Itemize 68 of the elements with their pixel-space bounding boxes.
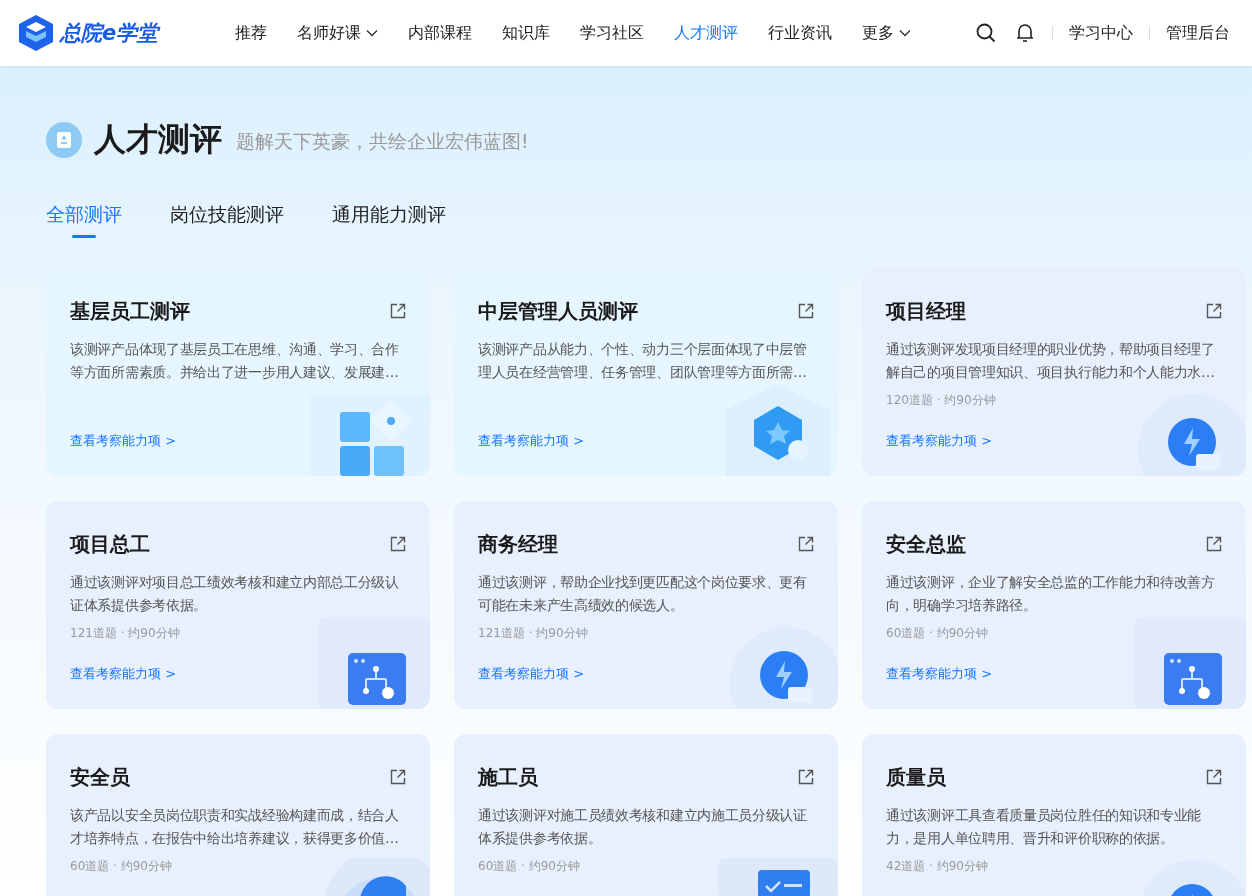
external-link-icon[interactable]: [1206, 303, 1222, 319]
card-description: 通过该测评工具查看质量员岗位胜任的知识和专业能力，是用人单位聘用、晋升和评价职称的依据。: [886, 806, 1203, 848]
card-meta: 121道题 · 约90分钟: [70, 625, 181, 642]
view-abilities-link[interactable]: 查看考察能力项 >: [70, 432, 177, 450]
external-link-icon[interactable]: [1206, 536, 1222, 552]
assessment-card[interactable]: 商务经理 通过该测评，帮助企业找到更匹配这个岗位要求、更有可能在未来产生高绩效的候选人。 121道题 · 约90分钟 查看考察能力项 >: [454, 501, 838, 709]
category-tab[interactable]: 通用能力测评: [332, 202, 446, 238]
assessment-card[interactable]: 项目经理 通过该测评发现项目经理的职业优势，帮助项目经理了解自己的项目管理知识、项目执行能力和个人能力水… 120道题 · 约90分钟 查看考察能力项 >: [862, 268, 1246, 476]
clipboard-icon: [718, 858, 838, 896]
card-meta: 120道题 · 约90分钟: [886, 392, 997, 409]
card-description: 通过该测评发现项目经理的职业优势，帮助项目经理了解自己的项目管理知识、项目执行能力和个人能力水…: [886, 340, 1216, 382]
view-abilities-link[interactable]: 查看考察能力项 >: [70, 665, 177, 683]
external-link-icon[interactable]: [390, 536, 406, 552]
assessment-card[interactable]: 安全员 该产品以安全员岗位职责和实战经验构建而成，结合人才培养特点，在报告中给出培养建议，获得更多价值… 60道题 · 约90分钟: [46, 734, 430, 896]
card-description: 通过该测评，帮助企业找到更匹配这个岗位要求、更有可能在未来产生高绩效的候选人。: [478, 573, 808, 615]
external-link-icon[interactable]: [798, 536, 814, 552]
view-abilities-link[interactable]: 查看考察能力项 >: [478, 665, 585, 683]
nav-item[interactable]: 知识库: [487, 22, 565, 44]
card-meta: 60道题 · 约90分钟: [478, 858, 581, 875]
nav-item[interactable]: 更多: [847, 22, 926, 44]
card-title: 质量员: [886, 764, 946, 791]
header-link[interactable]: 学习中心: [1061, 22, 1141, 44]
view-abilities-link[interactable]: 查看考察能力项 >: [886, 432, 993, 450]
nav-item[interactable]: 内部课程: [393, 22, 487, 44]
logo-text[interactable]: 总院e学堂: [60, 19, 159, 47]
card-description: 该产品以安全员岗位职责和实战经验构建而成，结合人才培养特点，在报告中给出培养建议，获得更多价值…: [70, 806, 400, 848]
page-subtitle: 题解天下英豪，共绘企业宏伟蓝图!: [236, 129, 529, 154]
card-title: 施工员: [478, 764, 538, 791]
card-title: 基层员工测评: [70, 298, 190, 325]
nav-item[interactable]: 学习社区: [565, 22, 659, 44]
view-abilities-link[interactable]: 查看考察能力项 >: [478, 432, 585, 450]
assessment-card[interactable]: 施工员 通过该测评对施工员绩效考核和建立内施工员分级认证体系提供参考依据。 60道题 · 约90分钟: [454, 734, 838, 896]
nav-item[interactable]: 人才测评: [659, 22, 753, 44]
card-description: 通过该测评对项目总工绩效考核和建立内部总工分级认证体系提供参考依据。: [70, 573, 400, 615]
view-abilities-link[interactable]: 查看考察能力项 >: [886, 665, 993, 683]
external-link-icon[interactable]: [798, 303, 814, 319]
page-title: 人才测评: [94, 119, 222, 160]
card-meta: 60道题 · 约90分钟: [886, 625, 989, 642]
nav-item[interactable]: 行业资讯: [753, 22, 847, 44]
bell-icon[interactable]: [1016, 23, 1034, 43]
card-title: 项目经理: [886, 298, 966, 325]
header-link[interactable]: 管理后台: [1158, 22, 1238, 44]
card-title: 项目总工: [70, 531, 150, 558]
search-icon[interactable]: [976, 23, 996, 43]
nav-item[interactable]: 推荐: [220, 22, 282, 44]
card-meta: 42道题 · 约90分钟: [886, 858, 989, 875]
logo-icon: [16, 13, 56, 53]
card-title: 中层管理人员测评: [478, 298, 638, 325]
category-tab[interactable]: 岗位技能测评: [170, 202, 284, 238]
assessment-card[interactable]: 安全总监 通过该测评，企业了解安全总监的工作能力和待改善方向，明确学习培养路径。 60道题 · 约90分钟 查看考察能力项 >: [862, 501, 1246, 709]
assessment-card[interactable]: 项目总工 通过该测评对项目总工绩效考核和建立内部总工分级认证体系提供参考依据。 121道题 · 约90分钟 查看考察能力项 >: [46, 501, 430, 709]
card-description: 通过该测评，企业了解安全总监的工作能力和待改善方向，明确学习培养路径。: [886, 573, 1216, 615]
card-description: 该测评产品体现了基层员工在思维、沟通、学习、合作等方面所需素质。并给出了进一步用人建议、发展建…: [70, 340, 400, 382]
external-link-icon[interactable]: [390, 303, 406, 319]
external-link-icon[interactable]: [798, 769, 814, 785]
card-description: 通过该测评对施工员绩效考核和建立内施工员分级认证体系提供参考依据。: [478, 806, 808, 848]
card-description: 该测评产品从能力、个性、动力三个层面体现了中层管理人员在经营管理、任务管理、团队管理等方面所需…: [478, 340, 808, 382]
card-meta: 121道题 · 约90分钟: [478, 625, 589, 642]
card-title: 安全总监: [886, 531, 966, 558]
category-tab[interactable]: 全部测评: [46, 202, 122, 238]
card-title: 安全员: [70, 764, 130, 791]
nav-item[interactable]: 名师好课: [282, 22, 393, 44]
badge-icon: [46, 122, 82, 158]
external-link-icon[interactable]: [390, 769, 406, 785]
external-link-icon[interactable]: [1206, 769, 1222, 785]
card-title: 商务经理: [478, 531, 558, 558]
assessment-card[interactable]: 质量员 通过该测评工具查看质量员岗位胜任的知识和专业能力，是用人单位聘用、晋升和评价职称的依据。 42道题 · 约90分钟: [862, 734, 1246, 896]
card-meta: 60道题 · 约90分钟: [70, 858, 173, 875]
